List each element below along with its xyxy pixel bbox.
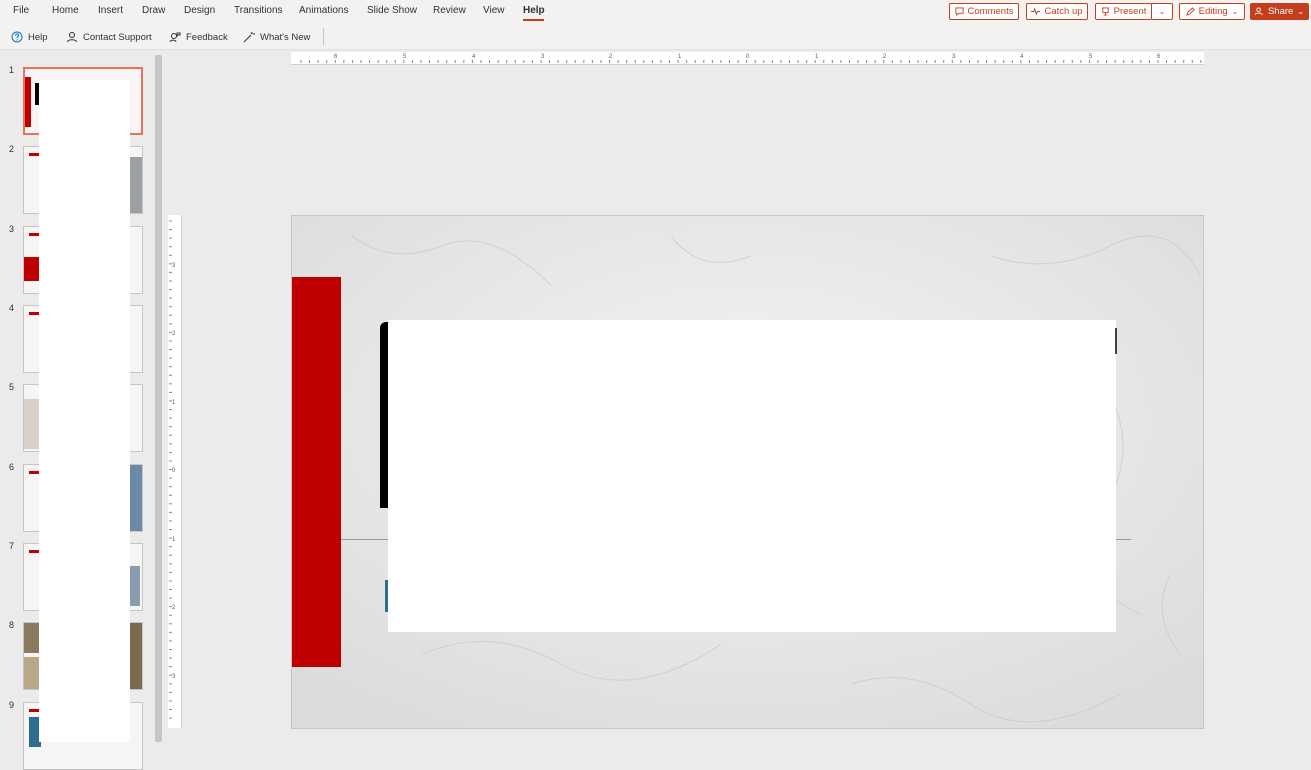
slide-number: 5: [9, 382, 15, 392]
thumbnail-scrollbar[interactable]: [155, 55, 162, 742]
chevron-down-icon: ⌄: [1297, 7, 1305, 16]
present-label: Present: [1113, 6, 1147, 17]
ruler-label: 1: [815, 54, 819, 60]
feedback-icon: [169, 32, 181, 43]
contact-support-button[interactable]: Contact Support: [66, 29, 152, 45]
ruler-label: 3: [172, 674, 176, 680]
share-people-icon: [1254, 7, 1263, 16]
comments-label: Comments: [967, 6, 1014, 17]
help-button[interactable]: Help: [11, 29, 48, 45]
dark-edge-shape[interactable]: [1115, 328, 1117, 354]
comment-icon: [954, 7, 964, 16]
tab-help[interactable]: Help: [523, 5, 545, 16]
ruler-label: 1: [172, 537, 176, 543]
help-toolbar: Help Contact Support Feedback What's New: [0, 24, 1311, 50]
slide-number: 3: [9, 224, 15, 234]
ruler-label: 4: [1020, 54, 1024, 60]
tab-file[interactable]: File: [13, 5, 29, 16]
catch-up-button[interactable]: Catch up: [1026, 3, 1088, 20]
title-content-placeholder[interactable]: [388, 320, 1116, 632]
ruler-label: 2: [172, 605, 176, 611]
ruler-label: 1: [172, 400, 176, 406]
tab-animations[interactable]: Animations: [299, 5, 348, 16]
share-label: Share: [1267, 6, 1294, 17]
ruler-label: 0: [746, 54, 750, 60]
slide-number: 8: [9, 620, 15, 630]
contact-support-label: Contact Support: [83, 31, 152, 43]
ruler-label: 0: [172, 468, 176, 474]
pulse-icon: [1031, 7, 1041, 16]
present-button[interactable]: Present: [1095, 3, 1152, 20]
ruler-label: 3: [172, 263, 176, 269]
ruler-label: 1: [678, 54, 682, 60]
tab-view[interactable]: View: [483, 5, 505, 16]
magic-wand-icon: [243, 32, 255, 43]
slide-number: 4: [9, 303, 15, 313]
ruler-label: 2: [883, 54, 887, 60]
ruler-label: 2: [609, 54, 613, 60]
tab-design[interactable]: Design: [184, 5, 215, 16]
slide-number: 7: [9, 541, 15, 551]
person-headset-icon: [67, 32, 77, 43]
present-icon: [1101, 7, 1109, 16]
vertical-ruler: 3 2 1 0 1 2 3: [168, 215, 182, 728]
slide-number: 6: [9, 462, 15, 472]
tab-slide-show[interactable]: Slide Show: [367, 5, 417, 16]
tab-insert[interactable]: Insert: [98, 5, 123, 16]
slide-number: 1: [9, 65, 15, 75]
ruler-label: 6: [1157, 54, 1161, 60]
whats-new-label: What's New: [260, 31, 311, 43]
red-accent-bar[interactable]: [292, 277, 341, 667]
pencil-icon: [1185, 7, 1195, 16]
present-dropdown-button[interactable]: ⌄: [1151, 3, 1173, 20]
toolbar-divider: [323, 28, 324, 45]
ruler-label: 3: [952, 54, 956, 60]
active-tab-indicator: [523, 19, 544, 21]
share-button[interactable]: Share ⌄: [1250, 3, 1309, 20]
tab-home[interactable]: Home: [52, 5, 79, 16]
whats-new-button[interactable]: What's New: [243, 29, 310, 45]
slide-number: 2: [9, 144, 15, 154]
catch-up-label: Catch up: [1044, 6, 1083, 17]
ruler-label: 5: [1089, 54, 1093, 60]
feedback-button[interactable]: Feedback: [169, 29, 228, 45]
ruler-label: 4: [472, 54, 476, 60]
editing-label: Editing: [1198, 6, 1228, 17]
feedback-label: Feedback: [186, 31, 228, 43]
help-label: Help: [28, 31, 48, 43]
chevron-down-icon: ⌄: [1158, 7, 1166, 16]
editing-mode-button[interactable]: Editing ⌄: [1179, 3, 1245, 20]
thumbnail-overlay: [39, 80, 130, 742]
tab-transitions[interactable]: Transitions: [234, 5, 283, 16]
ruler-label: 6: [334, 54, 338, 60]
horizontal-ruler: 6 5 4 3 2 1 0 1 2 3 4 5 6: [291, 52, 1204, 65]
ruler-label: 3: [541, 54, 545, 60]
comments-button[interactable]: Comments: [949, 3, 1019, 20]
ribbon-tab-bar: File Home Insert Draw Design Transitions…: [0, 0, 1311, 24]
question-icon: [11, 31, 23, 43]
ruler-label: 5: [403, 54, 407, 60]
slide-number: 9: [9, 700, 15, 710]
slide-canvas[interactable]: [291, 215, 1204, 729]
chevron-down-icon: ⌄: [1231, 7, 1239, 16]
tab-review[interactable]: Review: [433, 5, 466, 16]
ruler-label: 2: [172, 331, 176, 337]
tab-draw[interactable]: Draw: [142, 5, 165, 16]
